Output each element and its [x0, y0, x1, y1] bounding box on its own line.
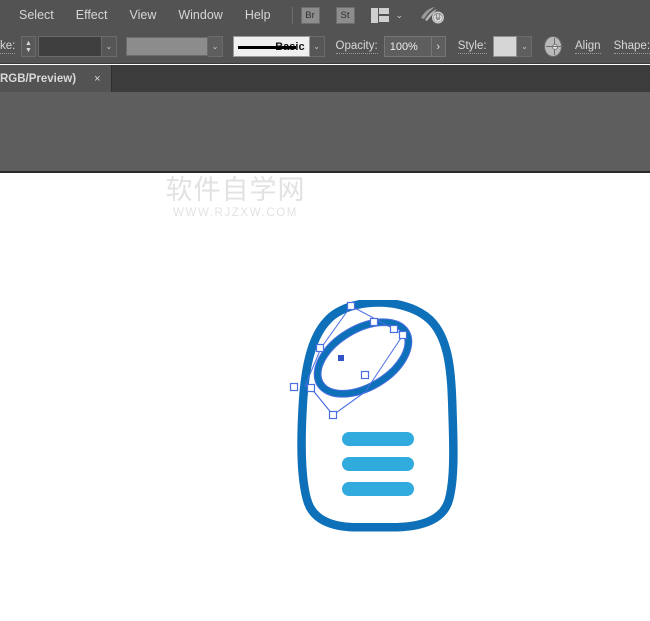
- stroke-weight-field[interactable]: [38, 36, 102, 57]
- stepper-up-icon[interactable]: ▲: [25, 40, 32, 47]
- opacity-label[interactable]: Opacity:: [336, 40, 378, 54]
- stroke-profile-dropdown[interactable]: ⌄: [310, 36, 325, 57]
- stroke-profile-preview-icon: [238, 46, 296, 49]
- creative-cloud-icon[interactable]: [419, 5, 445, 25]
- close-icon[interactable]: ×: [92, 73, 102, 85]
- stroke-label[interactable]: ke:: [0, 40, 15, 54]
- shape-button[interactable]: Shape:: [614, 40, 650, 54]
- style-label[interactable]: Style:: [458, 40, 487, 54]
- opacity-input[interactable]: 100%: [384, 36, 432, 57]
- stroke-profile-box[interactable]: Basic: [233, 36, 309, 57]
- panel-strip: [0, 92, 650, 173]
- opacity-flyout-arrow[interactable]: ›: [432, 36, 446, 57]
- logo-bar-3: [342, 482, 414, 496]
- menu-item-select[interactable]: Select: [8, 0, 65, 30]
- stroke-color-dropdown[interactable]: ⌄: [208, 36, 223, 57]
- anchor-point[interactable]: [317, 345, 324, 352]
- bridge-button[interactable]: Br: [301, 7, 320, 24]
- menu-divider: [292, 7, 293, 24]
- anchor-point[interactable]: [371, 319, 378, 326]
- document-tab-label: RGB/Preview): [0, 73, 92, 85]
- recolor-artwork-icon[interactable]: [544, 36, 562, 57]
- align-button[interactable]: Align: [575, 40, 601, 54]
- stroke-weight-dropdown[interactable]: ⌄: [102, 36, 117, 57]
- logo-bar-2: [342, 457, 414, 471]
- stroke-color-swatch[interactable]: [126, 37, 208, 56]
- stepper-down-icon[interactable]: ▼: [25, 47, 32, 54]
- selection-center-point[interactable]: [338, 355, 344, 361]
- anchor-point[interactable]: [400, 332, 407, 339]
- graphic-style-swatch[interactable]: [493, 36, 518, 57]
- anchor-point[interactable]: [362, 372, 369, 379]
- stroke-weight-stepper[interactable]: ▲ ▼: [21, 36, 35, 57]
- document-tab[interactable]: RGB/Preview) ×: [0, 65, 112, 92]
- anchor-point[interactable]: [348, 303, 355, 310]
- control-bar: ke: ▲ ▼ ⌄ ⌄ Basic ⌄ Opacity: 100% › Styl…: [0, 30, 650, 64]
- logo-bar-1: [342, 432, 414, 446]
- chevron-down-icon[interactable]: ⌄: [396, 11, 404, 20]
- illustrator-window: Select Effect View Window Help Br St ⌄ k…: [0, 0, 650, 621]
- anchor-point[interactable]: [308, 385, 315, 392]
- document-tab-bar: RGB/Preview) ×: [0, 65, 650, 92]
- anchor-point[interactable]: [391, 326, 398, 333]
- menu-item-effect[interactable]: Effect: [65, 0, 119, 30]
- menu-item-window[interactable]: Window: [167, 0, 233, 30]
- menu-item-help[interactable]: Help: [234, 0, 282, 30]
- anchor-point[interactable]: [330, 412, 337, 419]
- document-person-logo[interactable]: [285, 300, 485, 545]
- menu-bar: Select Effect View Window Help Br St ⌄: [0, 0, 650, 30]
- arrange-documents-icon[interactable]: [371, 8, 391, 23]
- anchor-point[interactable]: [291, 384, 298, 391]
- graphic-style-dropdown[interactable]: ⌄: [517, 36, 532, 57]
- stock-button[interactable]: St: [336, 7, 355, 24]
- menu-item-view[interactable]: View: [118, 0, 167, 30]
